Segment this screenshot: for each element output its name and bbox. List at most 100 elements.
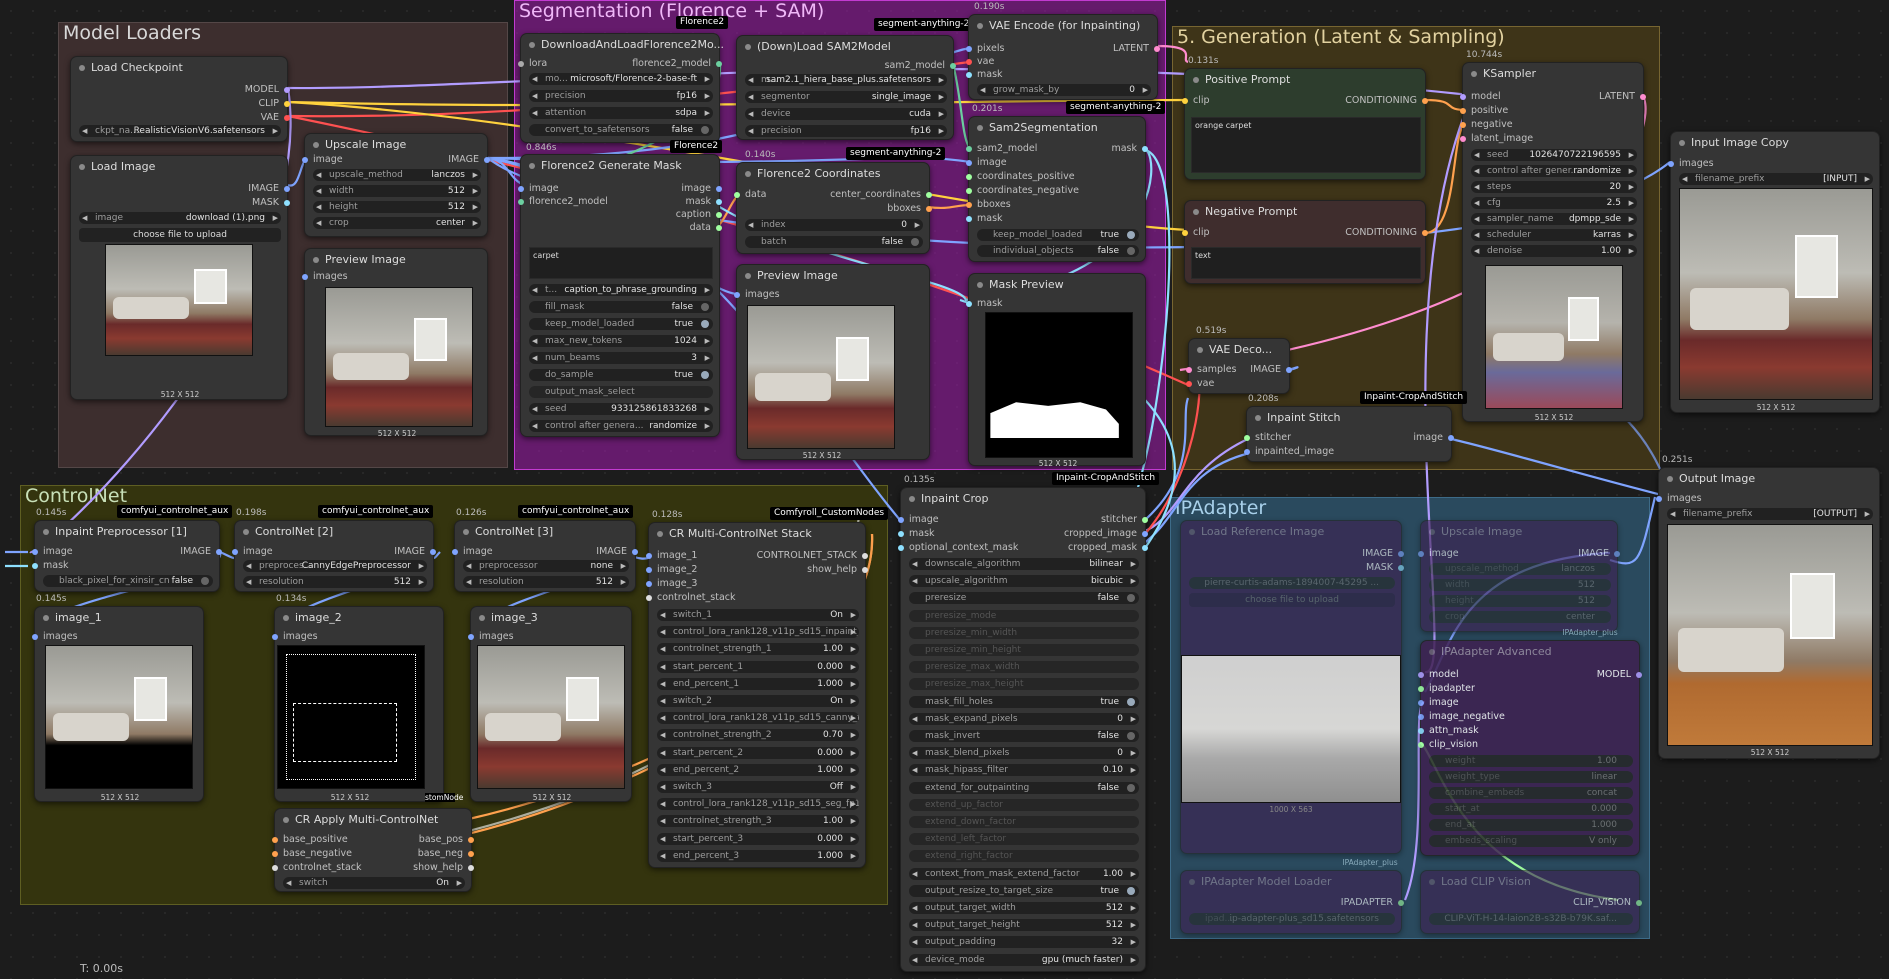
- weight-widget[interactable]: weight 1.00: [1429, 755, 1633, 767]
- node-load-checkpoint[interactable]: Load Checkpoint MODEL CLIP VAE ckpt_na..…: [70, 56, 291, 142]
- combine-widget[interactable]: combine_embeds concat: [1429, 787, 1633, 799]
- crop-widget[interactable]: preresize_max_width: [909, 661, 1139, 674]
- out-clip[interactable]: CLIP: [259, 98, 291, 110]
- in-base-negative[interactable]: base_negative: [272, 848, 352, 860]
- stack-widget[interactable]: start_percent_3 0.000: [657, 832, 859, 845]
- out-model[interactable]: MODEL: [1597, 669, 1643, 681]
- out-controlnet-stack[interactable]: CONTROLNET_STACK: [757, 550, 869, 562]
- model-widget[interactable]: mo...microsoft/Florence-2-base-ft: [529, 73, 713, 85]
- out-caption[interactable]: caption: [676, 209, 723, 221]
- grow-widget[interactable]: grow_mask_by 0: [977, 84, 1151, 96]
- crop-widget[interactable]: mask_expand_pixels 0: [909, 712, 1139, 725]
- in-mask[interactable]: mask: [898, 528, 935, 540]
- in-image-1[interactable]: image_1: [646, 550, 697, 562]
- crop-widget[interactable]: extend_up_factor: [909, 798, 1139, 811]
- scaling-widget[interactable]: embeds_scaling V only: [1429, 835, 1633, 847]
- in-pos[interactable]: coordinates_positive: [966, 171, 1075, 183]
- crop-widget[interactable]: device_mode gpu (much faster): [909, 953, 1139, 966]
- node-controlnet-3[interactable]: ControlNet [3] image IMAGE preprocessor n…: [452, 520, 638, 592]
- resolution-widget[interactable]: resolution 512: [463, 576, 629, 588]
- in-mask[interactable]: mask: [966, 69, 1003, 81]
- node-upscale-reference[interactable]: Upscale Image image IMAGE upscale_method…: [1418, 520, 1620, 632]
- out-mask[interactable]: MASK: [252, 197, 290, 209]
- out-vae[interactable]: VAE: [261, 112, 291, 124]
- in-data[interactable]: data: [734, 189, 766, 201]
- resolution-widget[interactable]: resolution 512: [243, 576, 427, 588]
- out-show-help[interactable]: show_help: [807, 564, 868, 576]
- upscale-method-widget[interactable]: upscale_method lanczos: [313, 169, 481, 181]
- node-florence-generate-mask[interactable]: Florence2 Generate Mask image florence2_…: [518, 154, 723, 437]
- node-sam2-segmentation[interactable]: Sam2Segmentation sam2_model image coordi…: [966, 116, 1148, 262]
- crop-widget[interactable]: preresize_min_width: [909, 626, 1139, 639]
- cfg-widget[interactable]: cfg 2.5: [1471, 197, 1637, 209]
- node-image-1[interactable]: image_1 images 512 X 512: [32, 606, 204, 802]
- node-positive-prompt[interactable]: Positive Prompt clip CONDITIONING orange…: [1182, 68, 1428, 180]
- crop-widget[interactable]: extend_left_factor: [909, 833, 1139, 846]
- crop-widget[interactable]: crop center: [1429, 611, 1611, 623]
- crop-widget[interactable]: preresize_max_height: [909, 678, 1139, 691]
- control-widget[interactable]: control after genera... randomize: [529, 420, 713, 432]
- in-bboxes[interactable]: bboxes: [966, 199, 1011, 211]
- node-canvas[interactable]: Model Loaders Segmentation (Florence + S…: [0, 0, 1889, 979]
- in-mask[interactable]: mask: [966, 213, 1003, 225]
- preprocessor-widget[interactable]: preproces...CannyEdgePreprocessor: [243, 560, 427, 572]
- node-inpaint-crop[interactable]: Inpaint Crop image mask optional_context…: [898, 487, 1149, 972]
- keep-toggle[interactable]: keep_model_loaded true: [977, 229, 1139, 241]
- in-image[interactable]: image: [452, 546, 493, 558]
- crop-widget[interactable]: extend_right_factor: [909, 850, 1139, 863]
- in-positive[interactable]: positive: [1460, 105, 1508, 117]
- crop-widget[interactable]: extend_for_outpainting false: [909, 781, 1139, 794]
- stack-widget[interactable]: start_percent_2 0.000: [657, 746, 859, 759]
- out-model[interactable]: MODEL: [245, 84, 291, 96]
- out-conditioning[interactable]: CONDITIONING: [1345, 95, 1428, 107]
- node-upscale-image[interactable]: Upscale Image image IMAGE upscale_method…: [302, 133, 490, 237]
- keep-toggle[interactable]: keep_model_loaded true: [529, 318, 713, 330]
- stack-widget[interactable]: end_percent_3 1.000: [657, 849, 859, 862]
- in-image-3[interactable]: image_3: [646, 578, 697, 590]
- in-images[interactable]: images: [468, 631, 514, 643]
- in-images[interactable]: images: [734, 289, 780, 301]
- out-model[interactable]: sam2_model: [885, 60, 957, 72]
- stack-widget[interactable]: switch_3 Off: [657, 781, 859, 793]
- height-widget[interactable]: height 512: [1429, 595, 1611, 607]
- model-widget[interactable]: m...sam2.1_hiera_base_plus.safetensors: [745, 74, 947, 86]
- segmentor-widget[interactable]: segmentor single_image: [745, 91, 947, 103]
- node-ksampler[interactable]: KSampler model positive negative latent_…: [1460, 62, 1646, 422]
- stack-widget[interactable]: switch_2 On: [657, 695, 859, 707]
- seed-widget[interactable]: seed 1026470722196595: [1471, 149, 1637, 161]
- in-image[interactable]: image: [32, 546, 73, 558]
- upload-button[interactable]: choose file to upload: [1189, 593, 1395, 607]
- in-model[interactable]: sam2_model: [966, 143, 1037, 155]
- node-image-2[interactable]: image_2 images 512 X 512 stomNode: [272, 606, 463, 802]
- in-ipadapter[interactable]: ipadapter: [1418, 683, 1475, 695]
- out-image[interactable]: IMAGE: [1362, 548, 1404, 560]
- upload-button[interactable]: choose file to upload: [79, 228, 281, 242]
- in-images[interactable]: images: [1668, 158, 1714, 170]
- out-latent[interactable]: LATENT: [1599, 91, 1646, 103]
- image-widget[interactable]: pierre-curtis-adams-1894007-45295 ...: [1189, 577, 1395, 589]
- node-controlnet-2[interactable]: ControlNet [2] image IMAGE preproces...C…: [232, 520, 436, 592]
- crop-widget[interactable]: mask_invert false: [909, 730, 1139, 742]
- out-image[interactable]: IMAGE: [1578, 548, 1620, 560]
- precision-widget[interactable]: precision fp16: [529, 90, 713, 102]
- preprocessor-widget[interactable]: preprocessor none: [463, 560, 629, 572]
- node-load-clip-vision[interactable]: Load CLIP Vision CLIP_VISION CLIP-ViT-H-…: [1420, 870, 1642, 934]
- in-mask[interactable]: mask: [966, 298, 1003, 310]
- crop-widget[interactable]: output_resize_to_target_size true: [909, 884, 1139, 897]
- node-image-3[interactable]: image_3 images 512 X 512: [468, 606, 632, 802]
- node-preview-image-2[interactable]: Preview Image images 512 X 512: [734, 264, 930, 460]
- stack-widget[interactable]: end_percent_1 1.000: [657, 677, 859, 690]
- model-widget[interactable]: ipad... ip-adapter-plus_sd15.safetensors: [1189, 913, 1395, 925]
- out-image[interactable]: IMAGE: [394, 546, 436, 558]
- in-controlnet-stack[interactable]: controlnet_stack: [646, 592, 736, 604]
- prompt-text[interactable]: carpet: [529, 247, 713, 279]
- in-negative[interactable]: negative: [1460, 119, 1513, 131]
- in-image[interactable]: image: [1418, 697, 1459, 709]
- out-stitcher[interactable]: stitcher: [1101, 514, 1149, 526]
- height-widget[interactable]: height 512: [313, 201, 481, 213]
- clip-widget[interactable]: CLIP-ViT-H-14-laion2B-s32B-b79K.saf...: [1429, 913, 1633, 925]
- in-image[interactable]: image: [1418, 548, 1459, 560]
- node-vae-encode[interactable]: VAE Encode (for Inpainting) pixels vae m…: [966, 14, 1160, 100]
- in-clip[interactable]: clip: [1182, 227, 1210, 239]
- in-clip[interactable]: clip: [1182, 95, 1210, 107]
